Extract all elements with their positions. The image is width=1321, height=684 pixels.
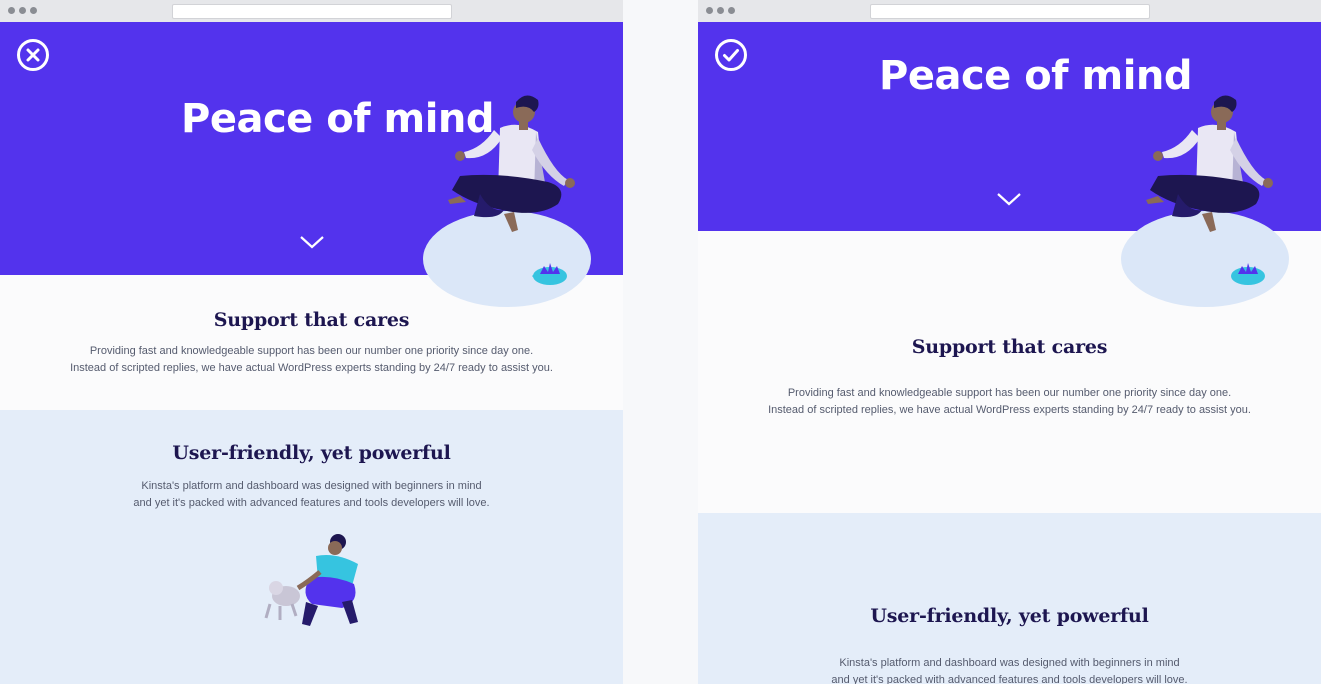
checkmark-circle-icon[interactable] [714, 38, 748, 72]
features-text-line: and yet it's packed with advanced featur… [831, 674, 1188, 684]
window-dot-icon[interactable] [706, 7, 713, 14]
support-title: Support that cares [911, 336, 1108, 358]
features-text-line: Kinsta's platform and dashboard was desi… [839, 657, 1180, 669]
support-text-line: Providing fast and knowledgeable support… [787, 387, 1232, 399]
window-dot-icon[interactable] [19, 7, 26, 14]
window-dot-icon[interactable] [30, 7, 37, 14]
features-text-line: and yet it's packed with advanced featur… [133, 497, 490, 509]
browser-chrome [0, 0, 623, 23]
window-dot-icon[interactable] [717, 7, 724, 14]
support-text-line: Providing fast and knowledgeable support… [89, 345, 534, 357]
features-text-line: Kinsta's platform and dashboard was desi… [141, 480, 482, 492]
window-dot-icon[interactable] [8, 7, 15, 14]
address-bar[interactable] [870, 4, 1150, 19]
support-text-line: Instead of scripted replies, we have act… [70, 362, 553, 374]
browser-window-left: Peace of mind Support that cares Providi… [0, 0, 623, 684]
address-bar[interactable] [172, 4, 452, 19]
close-circle-icon[interactable] [16, 38, 50, 72]
chevron-down-icon[interactable] [996, 191, 1022, 207]
chevron-down-icon[interactable] [299, 234, 325, 250]
browser-chrome [698, 0, 1321, 23]
features-section: User-friendly, yet powerful Kinsta's pla… [698, 513, 1321, 684]
features-title: User-friendly, yet powerful [172, 442, 451, 464]
support-title: Support that cares [213, 309, 410, 331]
support-text-line: Instead of scripted replies, we have act… [768, 404, 1251, 416]
meditating-person-illustration [1121, 95, 1289, 307]
features-title: User-friendly, yet powerful [870, 605, 1149, 627]
window-dot-icon[interactable] [728, 7, 735, 14]
person-with-dog-illustration [264, 534, 358, 626]
browser-window-right: Peace of mind Support that cares Providi… [698, 0, 1321, 684]
features-section: User-friendly, yet powerful Kinsta's pla… [0, 410, 623, 684]
meditating-person-illustration [423, 95, 591, 307]
